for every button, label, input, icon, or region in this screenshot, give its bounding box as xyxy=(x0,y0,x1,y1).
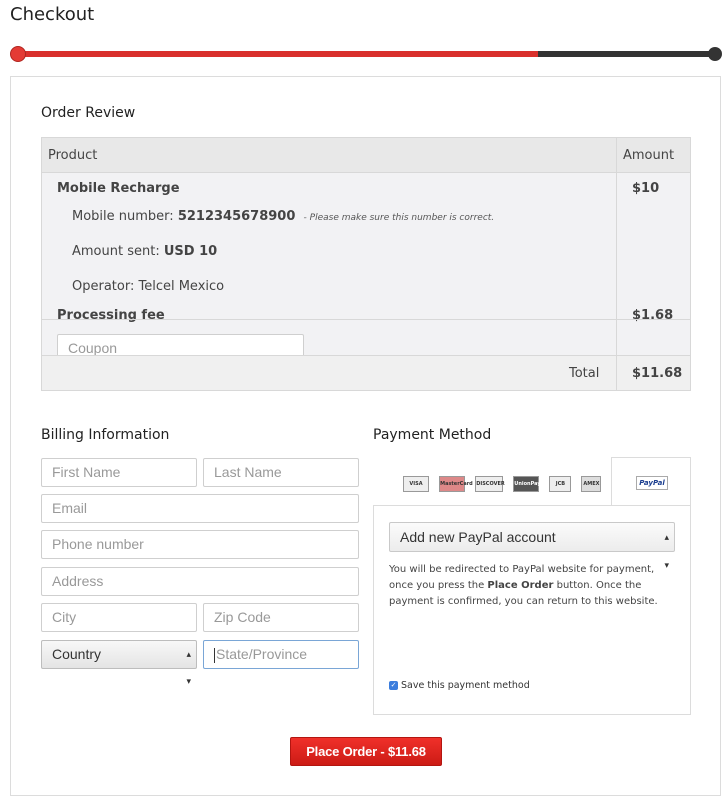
country-select-value: Country xyxy=(52,646,102,662)
paypal-icon: PayPal xyxy=(636,476,668,490)
progress-end-dot xyxy=(708,47,722,61)
table-body: Mobile Recharge $10 Mobile number: 52123… xyxy=(42,173,690,363)
amount-sent-label: Amount sent: xyxy=(72,244,160,259)
mobile-number-line: Mobile number: 5212345678900 - Please ma… xyxy=(72,209,494,224)
first-name-input[interactable]: First Name xyxy=(41,458,197,487)
checkout-card: Order Review Product Amount Mobile Recha… xyxy=(10,76,721,796)
mastercard-icon: MasterCard xyxy=(439,475,473,492)
country-select[interactable]: Country ▴ ▾ xyxy=(41,640,197,686)
page-title: Checkout xyxy=(10,4,95,25)
table-header: Product Amount xyxy=(42,138,690,173)
save-payment-method[interactable]: ✓ Save this payment method xyxy=(389,680,530,691)
paypal-panel: Add new PayPal account ▴ ▾ You will be re… xyxy=(373,505,691,715)
place-order-button[interactable]: Place Order - $11.68 xyxy=(290,737,442,766)
processing-fee-amount: $1.68 xyxy=(632,308,674,323)
save-payment-checkbox[interactable]: ✓ xyxy=(389,681,398,690)
discover-icon: DISCOVER xyxy=(475,475,505,492)
payment-tabs: VISA MasterCard DISCOVER UnionPay JCB AM… xyxy=(373,457,691,505)
phone-number-input[interactable]: Phone number xyxy=(41,530,359,559)
paypal-tab[interactable]: PayPal xyxy=(611,457,691,505)
billing-information-title: Billing Information xyxy=(41,427,170,443)
place-order-mention: Place Order xyxy=(487,580,554,591)
paypal-account-select[interactable]: Add new PayPal account ▴ ▾ xyxy=(389,522,675,570)
column-header-product: Product xyxy=(48,148,98,163)
order-review-title: Order Review xyxy=(41,105,136,121)
total-amount: $11.68 xyxy=(632,366,683,381)
total-label: Total xyxy=(569,366,600,381)
select-arrow-icon: ▴ ▾ xyxy=(186,649,191,686)
paypal-redirect-note: You will be redirected to PayPal website… xyxy=(389,564,658,607)
amex-icon: AMEX xyxy=(581,475,602,492)
operator-line: Operator: Telcel Mexico xyxy=(72,279,225,294)
order-review-table: Product Amount Mobile Recharge $10 Mobil… xyxy=(41,137,691,391)
paypal-account-select-value: Add new PayPal account xyxy=(400,529,556,545)
processing-fee-label: Processing fee xyxy=(57,308,165,323)
zip-code-input[interactable]: Zip Code xyxy=(203,603,359,632)
save-payment-label: Save this payment method xyxy=(401,680,530,691)
visa-icon: VISA xyxy=(403,475,429,492)
item-amount: $10 xyxy=(632,181,660,196)
unionpay-icon: UnionPay xyxy=(513,475,541,492)
amount-sent-value: USD 10 xyxy=(163,244,218,259)
checkout-progress-bar xyxy=(10,46,722,62)
item-name: Mobile Recharge xyxy=(57,181,180,196)
email-input[interactable]: Email xyxy=(41,494,359,523)
progress-start-dot xyxy=(10,46,26,62)
column-header-amount: Amount xyxy=(623,148,675,163)
amount-sent-line: Amount sent: USD 10 xyxy=(72,244,217,259)
state-province-placeholder: State/Province xyxy=(216,646,308,662)
card-tab[interactable]: VISA MasterCard DISCOVER UnionPay JCB AM… xyxy=(403,473,606,492)
mobile-number-note: - Please make sure this number is correc… xyxy=(303,213,495,223)
text-cursor xyxy=(214,647,215,663)
city-input[interactable]: City xyxy=(41,603,197,632)
jcb-icon: JCB xyxy=(549,475,572,492)
progress-fill xyxy=(16,51,538,57)
last-name-input[interactable]: Last Name xyxy=(203,458,359,487)
mobile-number-label: Mobile number: xyxy=(72,209,174,224)
state-province-input[interactable]: State/Province xyxy=(203,640,359,669)
address-input[interactable]: Address xyxy=(41,567,359,596)
payment-method-title: Payment Method xyxy=(373,427,492,443)
total-row: Total $11.68 xyxy=(42,355,690,390)
mobile-number-value: 5212345678900 xyxy=(177,209,296,224)
